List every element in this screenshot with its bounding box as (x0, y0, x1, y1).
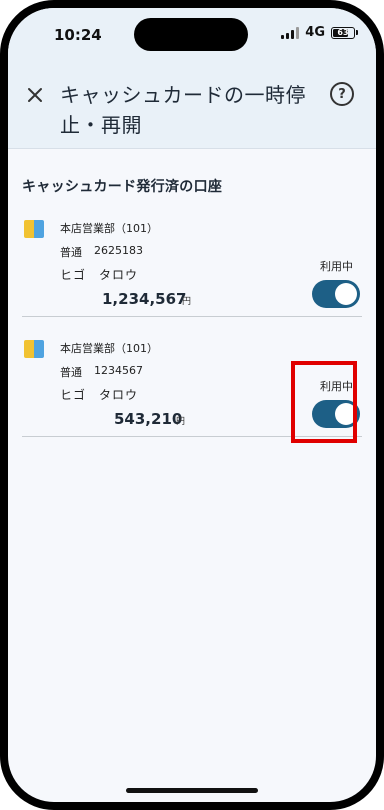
cash-card-icon (24, 220, 44, 238)
divider (22, 316, 362, 317)
branch-name: 本店営業部（101） (60, 222, 158, 235)
account-balance: 543,210 (114, 410, 183, 428)
signal-icon (281, 26, 300, 39)
page-title: キャッシュカードの一時停止・再開 (60, 83, 306, 137)
dynamic-island (134, 18, 248, 51)
status-label: 利用中 (320, 260, 353, 273)
card-status-toggle[interactable] (312, 280, 360, 308)
close-icon (28, 88, 42, 102)
close-button[interactable] (22, 82, 48, 108)
account-card-1: 本店営業部（101） 普通 2625183 ヒゴ タロウ 1,234,567 円… (22, 220, 362, 318)
home-indicator (126, 788, 258, 793)
status-time: 10:24 (54, 26, 102, 44)
cash-card-icon (24, 340, 44, 358)
network-label: 4G (305, 25, 325, 40)
battery-icon: 63 (331, 26, 358, 39)
screen: 10:24 4G 63 キャッシュカードの一時停止・再開 ? キャッシュカード発… (8, 8, 376, 802)
account-holder: ヒゴ タロウ (60, 388, 139, 402)
status-indicators: 4G 63 (281, 25, 358, 40)
branch-name: 本店営業部（101） (60, 342, 158, 355)
account-type: 普通 (60, 246, 82, 259)
highlight-box (291, 361, 357, 443)
currency-label: 円 (176, 417, 186, 427)
currency-label: 円 (182, 297, 192, 307)
account-balance: 1,234,567 (102, 290, 187, 308)
account-holder: ヒゴ タロウ (60, 268, 139, 282)
header-bar: 10:24 4G 63 キャッシュカードの一時停止・再開 ? (8, 8, 376, 149)
battery-level: 63 (337, 28, 349, 37)
help-icon: ? (338, 86, 346, 102)
account-number: 1234567 (94, 364, 143, 377)
account-type: 普通 (60, 366, 82, 379)
section-title: キャッシュカード発行済の口座 (22, 179, 223, 195)
account-number: 2625183 (94, 244, 143, 257)
help-button[interactable]: ? (330, 82, 354, 106)
